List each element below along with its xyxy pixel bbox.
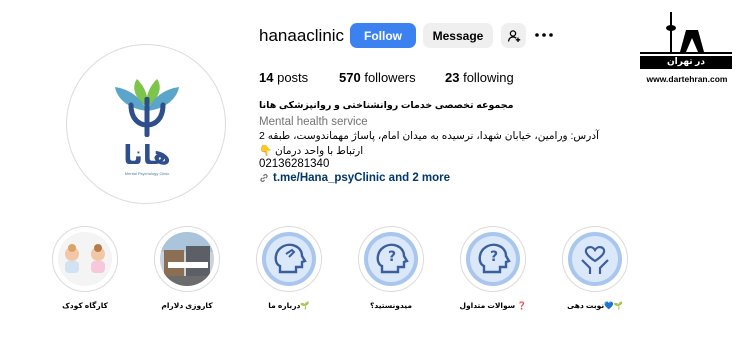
hands-heart-icon bbox=[568, 232, 622, 286]
building-photo-icon bbox=[160, 232, 214, 286]
head-question-icon: ? bbox=[466, 232, 520, 286]
followers-count[interactable]: 570 followers bbox=[339, 70, 416, 85]
profile-avatar[interactable]: هانا Mental Psychology Clinic bbox=[66, 44, 226, 204]
highlight-label: نوبت دهی💙🌱 bbox=[567, 301, 623, 310]
posts-count: 14 posts bbox=[259, 70, 309, 85]
bio-category: Mental health service bbox=[259, 116, 368, 128]
highlight-faq[interactable]: ? bbox=[460, 226, 526, 292]
highlight-about-us[interactable] bbox=[256, 226, 322, 292]
profile-username: hanaaclinic bbox=[259, 26, 345, 45]
highlight-label: کارگاه کودک bbox=[62, 301, 108, 310]
head-question-icon: ? bbox=[364, 232, 418, 286]
bio-title: مجموعه تخصصی خدمات روانشناختی و روانپزشک… bbox=[259, 100, 514, 111]
bio-phone: 02136281340 bbox=[259, 158, 330, 170]
highlight-label: میدونستید؟ bbox=[370, 301, 412, 310]
link-icon bbox=[260, 173, 268, 183]
baby-photos-icon bbox=[58, 232, 112, 286]
highlight-appointment[interactable] bbox=[562, 226, 628, 292]
bio-address: آدرس: ورامین، خیابان شهدا، نرسیده به مید… bbox=[259, 130, 599, 142]
highlight-label: سوالات متداول ❓ bbox=[459, 301, 527, 310]
suggest-user-button[interactable] bbox=[501, 23, 526, 48]
svg-text:?: ? bbox=[490, 249, 498, 265]
add-person-icon bbox=[507, 29, 520, 42]
follow-button[interactable]: Follow bbox=[350, 23, 416, 48]
bio-link[interactable]: t.me/Hana_psyClinic and 2 more bbox=[259, 172, 450, 184]
watermark-url: www.dartehran.com bbox=[646, 74, 728, 84]
svg-text:?: ? bbox=[388, 249, 396, 265]
avatar-fine-print: Mental Psychology Clinic bbox=[124, 171, 170, 176]
bio-contact: ارتباط با واحد درمان 👇 bbox=[259, 145, 364, 157]
highlight-did-you-know[interactable]: ? bbox=[358, 226, 424, 292]
watermark-brand-text: در تهران bbox=[667, 56, 705, 66]
highlight-building[interactable] bbox=[154, 226, 220, 292]
more-options-icon[interactable] bbox=[534, 28, 554, 42]
highlight-child-workshop[interactable] bbox=[52, 226, 118, 292]
following-count[interactable]: 23 following bbox=[445, 70, 514, 85]
message-button[interactable]: Message bbox=[423, 23, 493, 48]
head-hand-icon bbox=[262, 232, 316, 286]
avatar-logo-text: هانا bbox=[123, 141, 171, 171]
bio-link-text[interactable]: t.me/Hana_psyClinic and 2 more bbox=[273, 172, 450, 184]
highlight-label: درباره ما🌱 bbox=[268, 301, 310, 310]
highlight-label: کاروزی دلارام bbox=[161, 301, 213, 310]
